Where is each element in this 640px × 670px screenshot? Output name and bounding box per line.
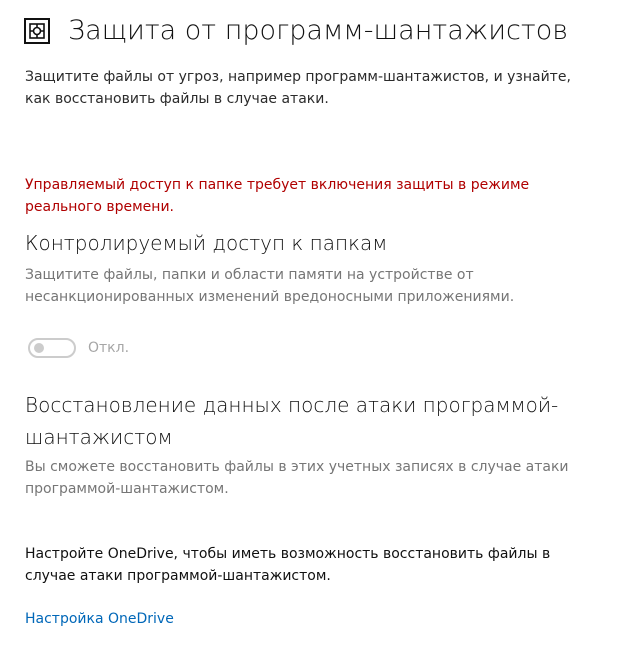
ransomware-protection-icon xyxy=(24,18,50,44)
controlled-folder-access-toggle[interactable] xyxy=(28,338,76,358)
toggle-knob xyxy=(34,343,44,353)
page-title: Защита от программ-шантажистов xyxy=(68,15,569,46)
ransomware-recovery-description: Вы сможете восстановить файлы в этих уче… xyxy=(25,459,569,497)
intro-text: Защитите файлы от угроз, например програ… xyxy=(25,69,571,107)
realtime-protection-warning: Управляемый доступ к папке требует включ… xyxy=(25,177,530,215)
controlled-folder-access-description: Защитите файлы, папки и области памяти н… xyxy=(25,267,515,305)
ransomware-recovery-title: Восстановление данных после атаки програ… xyxy=(25,393,559,449)
toggle-state-label: Откл. xyxy=(88,340,130,356)
setup-onedrive-link[interactable]: Настройка OneDrive xyxy=(25,608,174,630)
onedrive-setup-prompt: Настройте OneDrive, чтобы иметь возможно… xyxy=(25,546,551,584)
controlled-folder-access-title: Контролируемый доступ к папкам xyxy=(25,231,388,255)
